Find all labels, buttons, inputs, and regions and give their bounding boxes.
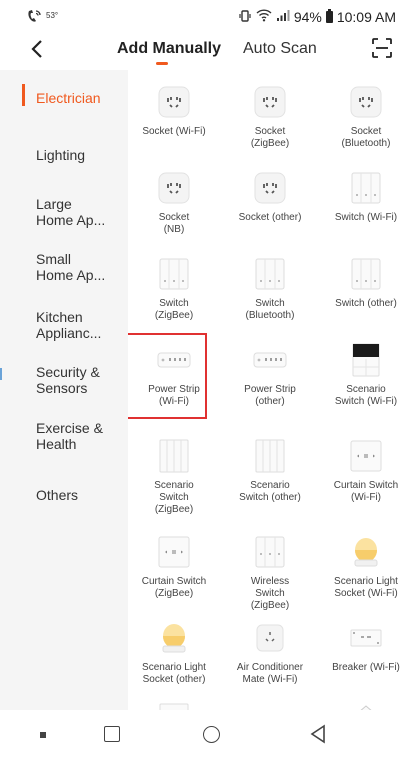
category-large-home-appliances[interactable]: Large Home Ap... xyxy=(22,196,128,228)
scan-qr-icon[interactable] xyxy=(372,38,392,58)
device-socket-bluetooth[interactable]: Socket (Bluetooth) xyxy=(320,84,412,150)
switch-icon xyxy=(252,256,288,292)
battery-percent: 94% xyxy=(293,9,322,25)
device-scenario-switch-other[interactable]: Scenario Switch (other) xyxy=(224,438,316,504)
active-tab-indicator xyxy=(156,62,168,65)
category-small-home-appliances[interactable]: Small Home Ap... xyxy=(22,251,128,283)
category-others[interactable]: Others xyxy=(22,487,128,503)
power-strip-icon xyxy=(252,342,288,378)
back-triangle-icon[interactable] xyxy=(309,724,327,744)
device-scenario-switch-wifi[interactable]: Scenario Switch (Wi-Fi) xyxy=(320,342,412,408)
device-scenario-light-socket-other[interactable]: Scenario Light Socket (other) xyxy=(128,620,220,686)
category-security-sensors[interactable]: Security & Sensors xyxy=(22,364,128,396)
category-exercise-health[interactable]: Exercise & Health xyxy=(22,420,128,452)
device-scenario-switch-zigbee[interactable]: Scenario Switch (ZigBee) xyxy=(128,438,220,516)
header: Add Manually Auto Scan xyxy=(0,34,412,70)
ac-mate-icon xyxy=(252,620,288,656)
light-socket-icon xyxy=(348,534,384,570)
vibrate-icon xyxy=(238,9,252,26)
category-kitchen-appliances[interactable]: Kitchen Applianc... xyxy=(22,309,128,341)
curtain-switch-icon xyxy=(156,534,192,570)
temperature-text: 53° xyxy=(46,10,59,20)
system-navigation-bar xyxy=(0,710,412,761)
device-grid: Socket (Wi-Fi) Socket (ZigBee) Socket (B… xyxy=(128,70,412,710)
battery-icon xyxy=(325,9,333,23)
wireless-switch-icon xyxy=(252,534,288,570)
device-switch-zigbee[interactable]: Switch (ZigBee) xyxy=(128,256,220,322)
overview-square-icon[interactable] xyxy=(104,726,120,742)
back-arrow-icon[interactable] xyxy=(30,38,44,64)
device-socket-nb[interactable]: Socket (NB) xyxy=(128,170,220,236)
tab-auto-scan[interactable]: Auto Scan xyxy=(243,40,317,58)
socket-icon xyxy=(156,84,192,120)
scenario-panel-icon xyxy=(156,438,192,474)
status-bar: 53° 94% 10:09 AM xyxy=(0,0,412,34)
home-circle-icon[interactable] xyxy=(203,726,220,743)
selection-highlight xyxy=(128,333,207,419)
device-switch-wifi[interactable]: Switch (Wi-Fi) xyxy=(320,170,412,224)
tab-add-manually[interactable]: Add Manually xyxy=(117,40,221,58)
curtain-switch-icon xyxy=(348,438,384,474)
category-sidebar: Electrician Lighting Large Home Ap... Sm… xyxy=(22,70,128,710)
device-scenario-light-socket-wifi[interactable]: Scenario Light Socket (Wi-Fi) xyxy=(320,534,412,600)
switch-icon xyxy=(348,170,384,206)
device-socket-other[interactable]: Socket (other) xyxy=(224,170,316,224)
device-socket-wifi[interactable]: Socket (Wi-Fi) xyxy=(128,84,220,138)
device-breaker-wifi[interactable]: Breaker (Wi-Fi) xyxy=(320,620,412,674)
light-socket-icon xyxy=(156,620,192,656)
device-socket-zigbee[interactable]: Socket (ZigBee) xyxy=(224,84,316,150)
device-switch-bluetooth[interactable]: Switch (Bluetooth) xyxy=(224,256,316,322)
signal-icon xyxy=(276,9,290,25)
socket-icon xyxy=(348,84,384,120)
clock: 10:09 AM xyxy=(336,9,396,25)
device-curtain-switch-wifi[interactable]: Curtain Switch (Wi-Fi) xyxy=(320,438,412,504)
device-power-strip-other[interactable]: Power Strip (other) xyxy=(224,342,316,408)
device-curtain-switch-zigbee[interactable]: Curtain Switch (ZigBee) xyxy=(128,534,220,600)
device-wireless-switch-zigbee[interactable]: Wireless Switch (ZigBee) xyxy=(224,534,316,612)
wifi-icon xyxy=(256,9,272,25)
edge-handle xyxy=(0,368,4,380)
recents-dot-icon[interactable] xyxy=(40,732,46,738)
socket-icon xyxy=(252,170,288,206)
breaker-icon xyxy=(348,620,384,656)
switch-icon xyxy=(348,256,384,292)
category-lighting[interactable]: Lighting xyxy=(22,147,128,163)
device-switch-other[interactable]: Switch (other) xyxy=(320,256,412,310)
switch-icon xyxy=(156,256,192,292)
wifi-calling-icon xyxy=(26,9,42,26)
socket-icon xyxy=(252,84,288,120)
device-air-conditioner-mate-wifi[interactable]: Air Conditioner Mate (Wi-Fi) xyxy=(224,620,316,686)
scenario-switch-icon xyxy=(348,342,384,378)
category-electrician[interactable]: Electrician xyxy=(22,90,128,106)
scenario-panel-icon xyxy=(252,438,288,474)
socket-icon xyxy=(156,170,192,206)
